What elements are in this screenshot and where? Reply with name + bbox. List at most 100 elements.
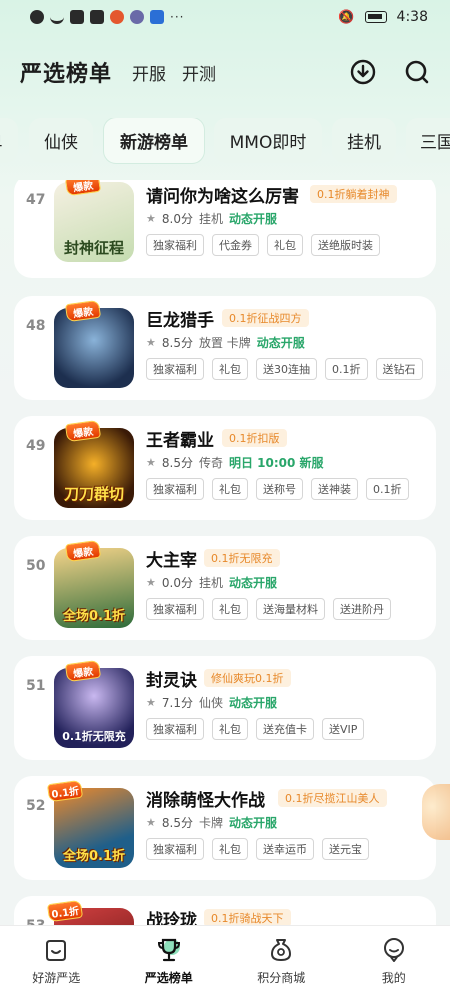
page-title[interactable]: 严选榜单: [20, 56, 112, 88]
alert-icon: [30, 10, 44, 24]
game-icon-caption: 封神征程: [63, 239, 124, 257]
promo-tag: 修仙爽玩0.1折: [204, 669, 291, 687]
benefit-tag: 送30连抽: [256, 358, 317, 380]
benefit-tag: 送VIP: [322, 718, 365, 740]
game-icon[interactable]: 全场0.1折: [54, 788, 134, 868]
category-chip[interactable]: MMO即时: [214, 118, 322, 163]
rank-number: 49: [26, 438, 46, 454]
benefit-tags: 独家福利 礼包 送幸运币 送元宝: [146, 838, 369, 860]
game-ranking-list: 47 封神征程 爆款 请问你为啥这么厉害 0.1折躺着封神 ★ 8.0分 挂机 …: [14, 180, 436, 925]
game-icon[interactable]: 封神征程: [54, 182, 134, 262]
music-icon: [130, 10, 144, 24]
benefit-tag: 送进阶丹: [333, 598, 391, 620]
game-card[interactable]: 49 刀刀群切 爆款 王者霸业 0.1折扣版 ★ 8.5分 传奇 明日 10:0…: [14, 416, 436, 520]
benefit-tag: 送充值卡: [256, 718, 314, 740]
game-meta: ★ 8.5分 传奇 明日 10:00 新服: [146, 454, 324, 471]
game-icon[interactable]: 刀刀群切: [54, 428, 134, 508]
star-icon: ★: [146, 212, 156, 225]
promo-tag: 0.1折征战四方: [222, 309, 309, 327]
rank-number: 48: [26, 318, 46, 334]
weibo-icon: [110, 10, 124, 24]
promo-tag: 0.1折骑战天下: [204, 909, 291, 925]
game-card[interactable]: 50 全场0.1折 爆款 大主宰 0.1折无限充 ★ 0.0分 挂机 动态开服 …: [14, 536, 436, 640]
game-meta: ★ 8.5分 放置 卡牌 动态开服: [146, 334, 305, 351]
server-status: 明日 10:00 新服: [228, 456, 324, 470]
category-chip[interactable]: 仙侠: [29, 118, 93, 163]
game-icon[interactable]: 全场0.1折: [54, 548, 134, 628]
top-header: 严选榜单 开服 开测: [20, 52, 430, 92]
star-icon: ★: [146, 456, 156, 469]
benefit-tag: 独家福利: [146, 598, 204, 620]
notification-icons: ···: [30, 10, 184, 24]
benefit-tag: 独家福利: [146, 234, 204, 256]
game-name: 王者霸业: [146, 431, 214, 451]
benefit-tag: 送神装: [311, 478, 358, 500]
game-score: 8.5分: [161, 816, 193, 830]
category-chip[interactable]: 三国: [406, 118, 450, 163]
game-name: 大主宰: [146, 551, 197, 571]
trophy-icon: [157, 938, 180, 962]
nav-item-points-mall[interactable]: 积分商城: [225, 926, 338, 1000]
game-card[interactable]: 53 0.1折 战玲珑 0.1折骑战天下: [14, 896, 436, 925]
benefit-tag: 0.1折: [366, 478, 409, 500]
benefit-tag: 独家福利: [146, 718, 204, 740]
nav-item-featured[interactable]: 好游严选: [0, 926, 113, 1000]
promo-tag: 0.1折无限充: [204, 549, 280, 567]
game-name: 请问你为啥这么厉害: [146, 187, 299, 207]
nav-item-mine[interactable]: 我的: [338, 926, 450, 1000]
mail-icon-2: [90, 10, 104, 24]
game-icon-caption: 刀刀群切: [63, 485, 124, 503]
benefit-tag: 0.1折: [325, 358, 368, 380]
bottom-navigation: 好游严选 严选榜单 积分商城 我的: [0, 925, 450, 1000]
benefit-tag: 送绝版时装: [311, 234, 380, 256]
benefit-tag: 礼包: [212, 358, 248, 380]
rank-number: 47: [26, 192, 46, 208]
benefit-tag: 送钻石: [375, 358, 423, 380]
category-chip[interactable]: 挂机: [332, 118, 396, 163]
game-name: 巨龙猎手: [146, 311, 214, 331]
tab-open-test[interactable]: 开测: [182, 60, 216, 85]
benefit-tag: 礼包: [212, 598, 248, 620]
benefit-tag: 礼包: [212, 718, 248, 740]
game-name: 封灵诀: [146, 671, 197, 691]
benefit-tags: 独家福利 礼包 送30连抽 0.1折 送钻石: [146, 358, 423, 380]
game-icon[interactable]: [54, 308, 134, 388]
game-icon-caption: 全场0.1折: [62, 609, 126, 624]
nav-item-ranking[interactable]: 严选榜单: [113, 926, 226, 1000]
category-chip-active[interactable]: 新游榜单: [104, 118, 204, 163]
star-icon: ★: [146, 576, 156, 589]
benefit-tag: 送海量材料: [256, 598, 325, 620]
game-icon-caption: 0.1折无限充: [62, 730, 126, 743]
smile-bag-icon: [46, 940, 67, 961]
status-bar: ··· 🔕 4:38: [0, 0, 450, 36]
game-genre: 挂机: [198, 212, 223, 226]
star-icon: ★: [146, 336, 156, 349]
server-status: 动态开服: [228, 816, 277, 830]
game-score: 7.1分: [161, 696, 193, 710]
wifi-icon: [50, 10, 64, 24]
game-card[interactable]: 52 全场0.1折 0.1折 消除萌怪大作战 0.1折尽揽江山美人 ★ 8.5分…: [14, 776, 436, 880]
game-icon[interactable]: 0.1折无限充: [54, 668, 134, 748]
category-chip[interactable]: 卑: [0, 118, 18, 163]
game-card[interactable]: 48 爆款 巨龙猎手 0.1折征战四方 ★ 8.5分 放置 卡牌 动态开服 独家…: [14, 296, 436, 400]
game-genre: 挂机: [198, 576, 223, 590]
benefit-tags: 独家福利 礼包 送称号 送神装 0.1折: [146, 478, 409, 500]
game-icon-caption: 全场0.1折: [62, 849, 126, 864]
game-name: 战玲珑: [146, 911, 197, 925]
promo-tag: 0.1折尽揽江山美人: [278, 789, 387, 807]
floating-gift-button[interactable]: [422, 784, 450, 840]
star-icon: ★: [146, 696, 156, 709]
download-icon[interactable]: [350, 59, 376, 85]
server-status: 动态开服: [228, 212, 277, 226]
search-icon[interactable]: [404, 59, 430, 85]
game-score: 8.5分: [161, 456, 193, 470]
game-card[interactable]: 47 封神征程 爆款 请问你为啥这么厉害 0.1折躺着封神 ★ 8.0分 挂机 …: [14, 180, 436, 278]
game-card[interactable]: 51 0.1折无限充 爆款 封灵诀 修仙爽玩0.1折 ★ 7.1分 仙侠 动态开…: [14, 656, 436, 760]
tab-open-server[interactable]: 开服: [132, 60, 166, 85]
game-genre: 传奇: [198, 456, 223, 470]
game-meta: ★ 7.1分 仙侠 动态开服: [146, 694, 277, 711]
benefit-tag: 礼包: [212, 838, 248, 860]
benefit-tag: 独家福利: [146, 358, 204, 380]
benefit-tag: 代金券: [212, 234, 259, 256]
mute-bell-icon: 🔕: [338, 9, 355, 25]
